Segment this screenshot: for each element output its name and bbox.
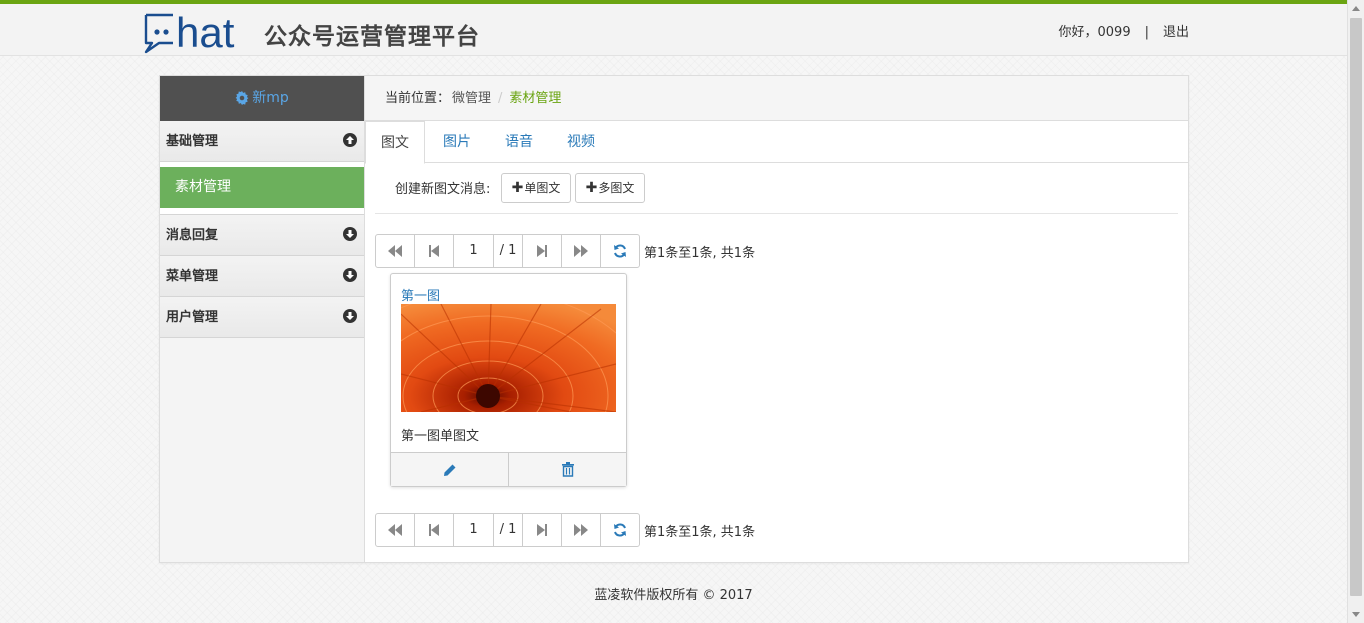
last-page-button[interactable] (562, 514, 601, 546)
create-label: 创建新图文消息: (395, 182, 491, 197)
step-forward-icon (537, 245, 547, 257)
page-input[interactable]: 1 (454, 235, 494, 267)
user-area: 你好，0099 | 退出 (1059, 21, 1190, 40)
last-page-button[interactable] (562, 235, 601, 267)
step-backward-icon (429, 524, 439, 536)
logout-link[interactable]: 退出 (1163, 25, 1189, 40)
news-card: 第一图 第一图单图文 (390, 273, 627, 487)
prev-page-button[interactable] (415, 235, 454, 267)
next-page-button[interactable] (523, 514, 562, 546)
breadcrumb: 当前位置： 微管理 / 素材管理 (365, 76, 1188, 121)
logo-text: hat (176, 10, 235, 56)
double-right-icon (574, 245, 588, 257)
tab-image[interactable]: 图片 (428, 121, 486, 163)
double-left-icon (388, 245, 402, 257)
first-page-button[interactable] (376, 235, 415, 267)
menu-group-label: 用户管理 (166, 310, 219, 325)
divider (375, 213, 1178, 214)
submenu-basic: 素材管理 (160, 162, 364, 215)
breadcrumb-separator: / (498, 91, 503, 106)
edit-button[interactable] (391, 453, 509, 486)
submenu-item-material[interactable]: 素材管理 (160, 167, 364, 208)
breadcrumb-item-micro-management[interactable]: 微管理 (452, 91, 491, 106)
site-title: 公众号运营管理平台 (264, 24, 480, 50)
main-container: 新mp 基础管理 素材管理 消息回复 菜单管理 用户管理 当前位置： 微管理 /… (159, 75, 1189, 563)
user-greeting: 你好，0099 (1058, 25, 1131, 40)
scroll-down-icon[interactable] (1352, 612, 1360, 617)
create-single-label: 单图文 (524, 181, 561, 195)
chat-logo: hat (144, 10, 235, 56)
arrow-down-circle-icon (343, 268, 357, 282)
first-page-button[interactable] (376, 514, 415, 546)
menu-group-menu[interactable]: 菜单管理 (160, 256, 364, 297)
pager-info: 第1条至1条, 共1条 (644, 525, 756, 540)
tab-video[interactable]: 视频 (551, 121, 611, 163)
main-content: 当前位置： 微管理 / 素材管理 图文 图片 语音 视频 创建新图文消息: ✚单图文 … (365, 76, 1188, 562)
breadcrumb-item-current: 素材管理 (509, 91, 562, 106)
refresh-button[interactable] (601, 514, 639, 546)
scroll-up-icon[interactable] (1352, 6, 1360, 11)
arrow-down-circle-icon (343, 309, 357, 323)
scrollbar-thumb[interactable] (1350, 18, 1362, 596)
prev-page-button[interactable] (415, 514, 454, 546)
refresh-icon (614, 244, 626, 258)
card-actions (391, 452, 626, 486)
arrow-down-circle-icon (343, 227, 357, 241)
step-forward-icon (537, 524, 547, 536)
refresh-icon (614, 523, 626, 537)
plus-icon: ✚ (511, 180, 524, 196)
header-separator: | (1144, 25, 1149, 40)
refresh-button[interactable] (601, 235, 639, 267)
menu-group-label: 消息回复 (166, 228, 219, 243)
page-total: / 1 (494, 514, 523, 546)
tab-bar: 图文 图片 语音 视频 (365, 121, 1188, 164)
page-input[interactable]: 1 (454, 514, 494, 546)
plus-icon: ✚ (585, 180, 598, 196)
menu-group-user[interactable]: 用户管理 (160, 297, 364, 338)
breadcrumb-label: 当前位置： (385, 91, 451, 106)
tab-graphic[interactable]: 图文 (365, 121, 425, 164)
top-header: hat 公众号运营管理平台 你好，0099 | 退出 (0, 0, 1347, 56)
menu-group-basic[interactable]: 基础管理 (160, 121, 364, 162)
tab-voice[interactable]: 语音 (489, 121, 549, 163)
menu-group-label: 基础管理 (166, 134, 219, 149)
create-multi-button[interactable]: ✚多图文 (575, 173, 645, 203)
page-scrollbar[interactable] (1347, 0, 1364, 623)
card-title[interactable]: 第一图 (401, 285, 440, 304)
next-page-button[interactable] (523, 235, 562, 267)
arrow-up-circle-icon (343, 133, 357, 147)
pencil-icon (443, 464, 455, 476)
create-multi-label: 多图文 (598, 181, 635, 195)
pager-controls: 1 / 1 (375, 234, 640, 268)
page-total: / 1 (494, 235, 523, 267)
card-image (401, 304, 616, 412)
pager-controls: 1 / 1 (375, 513, 640, 547)
double-right-icon (574, 524, 588, 536)
menu-group-label: 菜单管理 (166, 269, 219, 284)
sidebar-title: 新mp (252, 90, 289, 106)
pager-info: 第1条至1条, 共1条 (644, 246, 756, 261)
footer-copyright: 蓝凌软件版权所有 © 2017 (594, 588, 753, 603)
create-single-button[interactable]: ✚单图文 (501, 173, 571, 203)
double-left-icon (388, 524, 402, 536)
gear-icon (235, 91, 249, 105)
delete-button[interactable] (509, 453, 626, 486)
trash-icon (561, 462, 574, 477)
menu-group-message-reply[interactable]: 消息回复 (160, 215, 364, 256)
sidebar: 新mp 基础管理 素材管理 消息回复 菜单管理 用户管理 (160, 76, 365, 562)
step-backward-icon (429, 245, 439, 257)
card-description: 第一图单图文 (401, 429, 480, 444)
sidebar-header: 新mp (160, 76, 364, 121)
